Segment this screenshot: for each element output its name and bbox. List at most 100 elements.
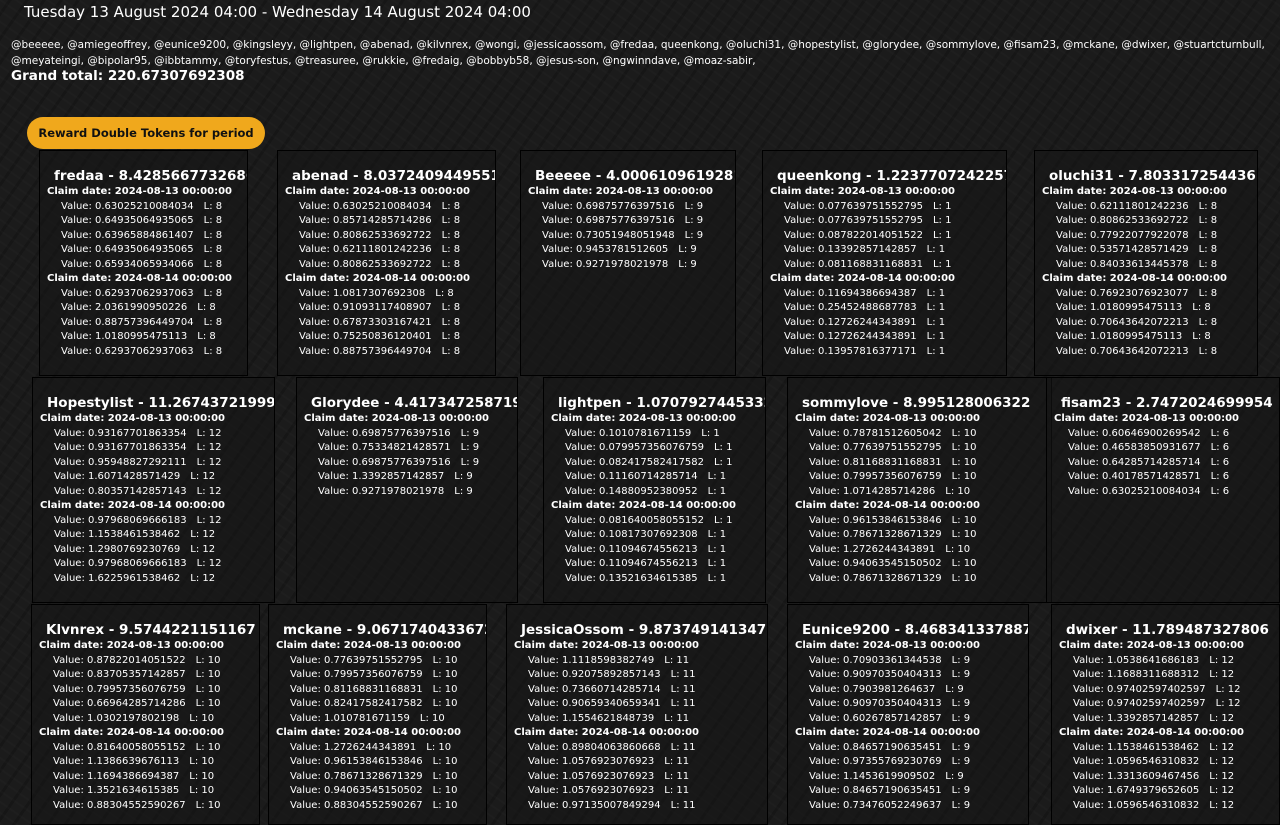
claim-date: Claim date: 2024-08-13 00:00:00 <box>39 640 224 651</box>
claim-row: Value: 0.077639751552795 L: 1 <box>784 214 1006 229</box>
claim-level: L: 12 <box>1209 785 1235 796</box>
claim-date: Claim date: 2024-08-14 00:00:00 <box>47 273 232 284</box>
claim-value: Value: 1.0302197802198 <box>53 712 180 724</box>
claim-row: Value: 0.88757396449704 L: 8 <box>299 345 495 360</box>
claim-level: L: 10 <box>432 756 458 767</box>
claim-value: Value: 0.88304552590267 <box>290 799 423 811</box>
claim-value: Value: 0.40178571428571 <box>1068 471 1201 482</box>
claim-value: Value: 0.82417582417582 <box>290 698 423 709</box>
claim-level: L: 10 <box>195 799 221 811</box>
claim-row: Value: 0.90970350404313 L: 9 <box>809 668 1028 683</box>
claim-row: Value: 0.46583850931677 L: 6 <box>1068 441 1279 456</box>
claim-level: L: 9 <box>460 442 480 453</box>
claim-row: Value: 0.73051948051948 L: 9 <box>542 229 735 244</box>
claim-row: Value: 0.69875776397516 L: 9 <box>318 427 517 442</box>
claim-value: Value: 0.96153846153846 <box>809 514 942 526</box>
user-card: lightpen - 1.0707927445332 Claim date: 20… <box>543 377 766 603</box>
claim-level: L: 8 <box>441 244 461 255</box>
claim-row: Value: 0.97402597402597 L: 12 <box>1073 697 1279 712</box>
claim-level: L: 8 <box>1198 316 1218 328</box>
user-handle: @mckane, <box>1062 39 1119 51</box>
claim-date: Claim date: 2024-08-14 00:00:00 <box>276 727 461 738</box>
claim-level: L: 1 <box>707 572 727 584</box>
claim-level: L: 8 <box>197 302 216 313</box>
claim-level: L: 12 <box>1215 698 1241 709</box>
claim-level: L: 1 <box>932 200 952 212</box>
claim-value: Value: 0.62937062937063 <box>61 345 194 357</box>
claim-row: Value: 0.62937062937063 L: 8 <box>61 345 247 360</box>
user-card: JessicaOssom - 9.8737491413473 Claim date… <box>506 604 768 825</box>
claim-level: L: 9 <box>454 471 473 482</box>
claim-level: L: 9 <box>951 799 971 811</box>
user-handle: @lightpen, <box>299 39 357 51</box>
claim-level: L: 10 <box>951 514 977 526</box>
user-handle: @hopestylist, <box>787 39 860 51</box>
claim-value: Value: 0.087822014051522 <box>784 229 923 241</box>
claim-value: Value: 0.81168831168831 <box>290 683 423 695</box>
claim-level: L: 10 <box>432 669 458 680</box>
claim-level: L: 9 <box>460 427 480 439</box>
card-title: JessicaOssom - 9.8737491413473 <box>521 622 768 638</box>
claim-value: Value: 1.0596546310832 <box>1073 799 1200 811</box>
claim-level: L: 9 <box>951 698 971 709</box>
user-card: fredaa - 8.4285667732686 Claim date: 2024… <box>39 150 248 376</box>
claim-level: L: 8 <box>441 331 461 342</box>
claim-level: L: 9 <box>951 669 971 680</box>
claim-row: Value: 0.81168831168831 L: 10 <box>809 456 1051 471</box>
claim-level: L: 8 <box>441 302 461 313</box>
claim-value: Value: 0.077639751552795 <box>784 200 923 212</box>
claim-row: Value: 0.75250836120401 L: 8 <box>299 330 495 345</box>
claim-row: Value: 0.13392857142857 L: 1 <box>784 243 1006 258</box>
claim-value: Value: 0.80862533692722 <box>299 258 432 270</box>
claim-row: Value: 0.64935064935065 L: 8 <box>61 243 247 258</box>
claim-level: L: 8 <box>1198 229 1218 241</box>
claim-value: Value: 0.97402597402597 <box>1073 683 1206 695</box>
claim-level: L: 8 <box>197 331 216 342</box>
claim-level: L: 12 <box>1209 741 1235 753</box>
claim-value: Value: 0.14880952380952 <box>565 485 698 497</box>
claim-row: Value: 0.90970350404313 L: 9 <box>809 697 1028 712</box>
claim-row: Value: 0.91093117408907 L: 8 <box>299 301 495 316</box>
claim-value: Value: 1.1538461538462 <box>1073 741 1200 753</box>
claim-value: Value: 0.69875776397516 <box>542 200 675 212</box>
claim-date: Claim date: 2024-08-14 00:00:00 <box>770 273 955 284</box>
claim-level: L: 10 <box>189 785 215 796</box>
claim-row: Value: 1.2726244343891 L: 10 <box>809 543 1051 558</box>
claim-level: L: 1 <box>926 331 946 342</box>
claim-row: Value: 1.1538461538462 L: 12 <box>54 528 274 543</box>
claim-value: Value: 0.11094674556213 <box>565 543 698 555</box>
claim-level: L: 8 <box>1198 287 1218 299</box>
user-handle: @stuartcturnbull, <box>1173 39 1265 51</box>
claim-row: Value: 0.62111801242236 L: 8 <box>1056 200 1257 215</box>
claim-value: Value: 0.9271978021978 <box>542 258 669 270</box>
claim-level: L: 12 <box>196 456 222 468</box>
claim-row: Value: 0.80357142857143 L: 12 <box>54 485 274 500</box>
claim-row: Value: 1.010781671159 L: 10 <box>290 712 486 727</box>
claim-value: Value: 0.88757396449704 <box>299 345 432 357</box>
claim-row: Value: 0.1010781671159 L: 1 <box>565 427 765 442</box>
claim-row: Value: 0.9271978021978 L: 9 <box>318 485 517 500</box>
claim-level: L: 8 <box>441 258 461 270</box>
claim-level: L: 12 <box>1209 799 1235 811</box>
claim-value: Value: 0.64285714285714 <box>1068 456 1201 468</box>
claim-row: Value: 0.97355769230769 L: 9 <box>809 755 1028 770</box>
claim-row: Value: 0.95948827292111 L: 12 <box>54 456 274 471</box>
claim-level: L: 10 <box>951 456 977 468</box>
user-card: Eunice9200 - 8.4683413378872 Claim date: … <box>787 604 1029 825</box>
claim-date: Claim date: 2024-08-14 00:00:00 <box>795 727 980 738</box>
claim-value: Value: 1.0576923076923 <box>528 770 655 782</box>
claim-value: Value: 1.6071428571429 <box>54 471 181 482</box>
claim-row: Value: 0.70643642072213 L: 8 <box>1056 345 1257 360</box>
claim-row: Value: 0.62937062937063 L: 8 <box>61 287 247 302</box>
claim-value: Value: 0.60646900269542 <box>1068 427 1201 439</box>
claim-level: L: 10 <box>432 654 458 666</box>
claim-value: Value: 0.69875776397516 <box>542 215 675 226</box>
user-card: fisam23 - 2.7472024699954 Claim date: 202… <box>1046 377 1280 603</box>
claim-row: Value: 0.40178571428571 L: 6 <box>1068 470 1279 485</box>
claim-value: Value: 0.082417582417582 <box>565 456 704 468</box>
claim-level: L: 8 <box>1198 200 1218 212</box>
claim-date: Claim date: 2024-08-14 00:00:00 <box>40 500 225 511</box>
reward-double-tokens-button[interactable]: Reward Double Tokens for period <box>27 117 265 149</box>
claim-value: Value: 1.1554621848739 <box>528 712 655 724</box>
claim-value: Value: 0.53571428571429 <box>1056 244 1189 255</box>
